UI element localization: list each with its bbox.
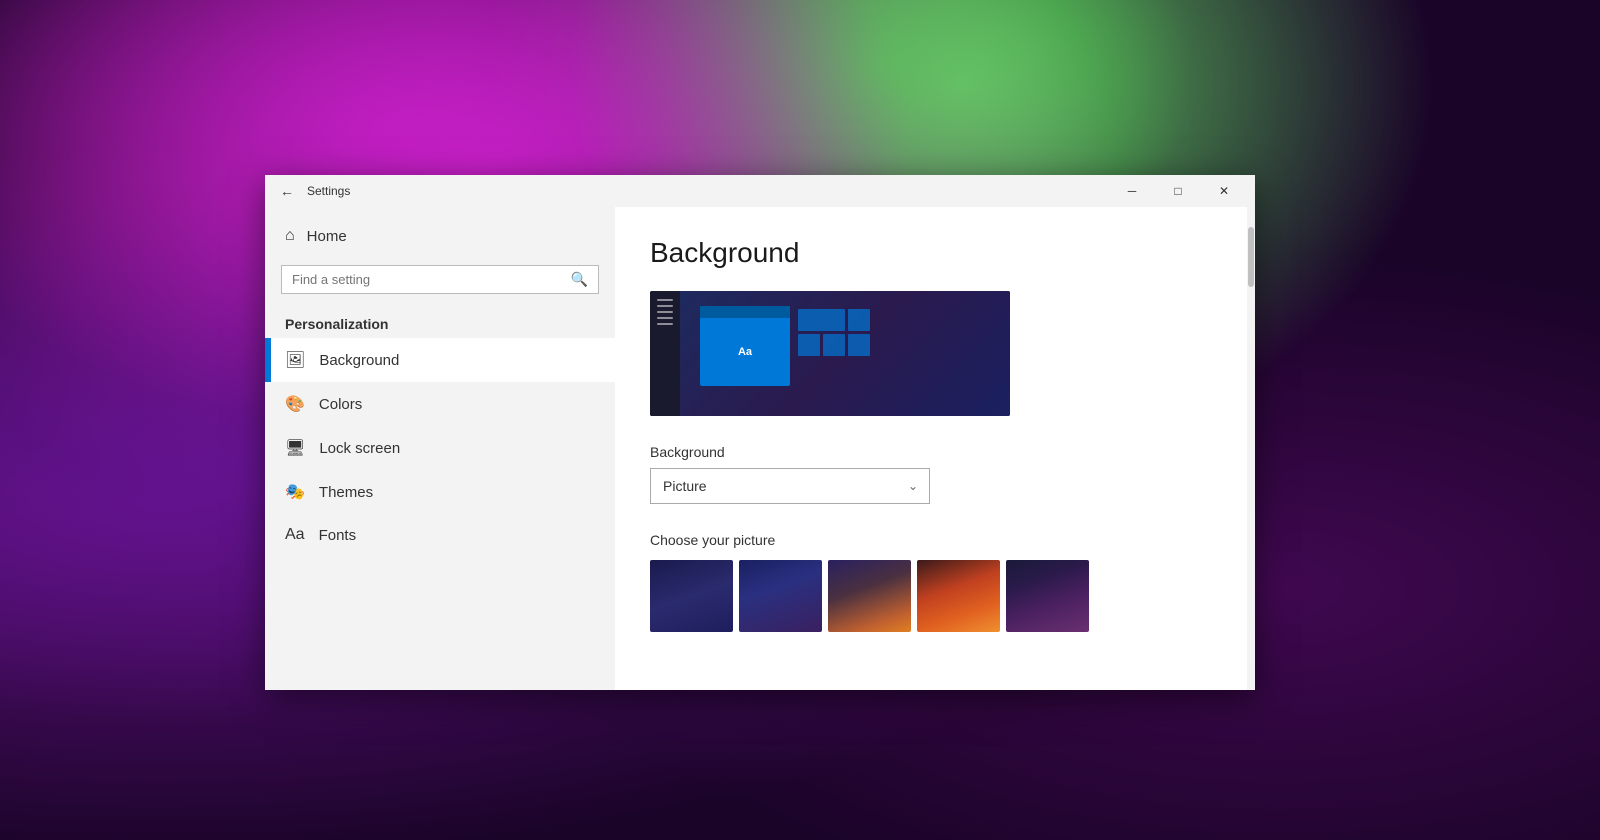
background-dropdown-label: Background [650,444,1220,460]
window-body: ⌂ Home 🔍 Personalization 🖼 Background 🎨 [265,207,1255,690]
personalization-label: Personalization [265,304,615,338]
sidebar-item-lock-screen[interactable]: 🖥 Lock screen [265,426,615,470]
main-content: Background Aa [615,207,1255,690]
picture-thumbnail-4[interactable] [917,560,1000,632]
picture-thumbnail-5[interactable] [1006,560,1089,632]
dropdown-wrapper: Picture Solid color Slideshow ⌄ [650,468,930,504]
picture-grid [650,560,1220,632]
preview-taskbar [650,291,680,416]
titlebar-title: Settings [307,184,1109,198]
bg-icon: 🖼 [285,350,305,370]
background-preview: Aa [650,291,1010,416]
preview-tiles [798,309,870,356]
themes-icon: 🎭 [285,482,305,502]
close-button[interactable]: ✕ [1201,175,1247,207]
scrollbar-thumb[interactable] [1248,227,1254,287]
preview-tile-2 [848,309,870,331]
sidebar-item-home[interactable]: ⌂ Home [265,217,615,255]
taskbar-line-2 [657,305,673,307]
colors-icon: 🎨 [285,394,305,414]
preview-window-mockup: Aa [700,306,790,386]
minimize-button[interactable]: ─ [1109,175,1155,207]
preview-window-text: Aa [700,318,790,386]
titlebar-controls: ─ □ ✕ [1109,175,1247,207]
sidebar-item-colors[interactable]: 🎨 Colors [265,382,615,426]
taskbar-line-3 [657,311,673,313]
taskbar-line-4 [657,317,673,319]
preview-tile-1 [798,309,845,331]
sidebar-item-background[interactable]: 🖼 Background [265,338,615,382]
preview-desktop: Aa [680,291,1010,416]
picture-thumbnail-3[interactable] [828,560,911,632]
preview-window-header [700,306,790,318]
picture-thumbnail-1[interactable] [650,560,733,632]
sidebar-item-themes[interactable]: 🎭 Themes [265,470,615,514]
maximize-button[interactable]: □ [1155,175,1201,207]
background-type-select[interactable]: Picture Solid color Slideshow [650,468,930,504]
page-title: Background [650,237,1220,269]
lock-icon: 🖥 [285,438,305,458]
search-input[interactable] [292,272,563,287]
picture-thumbnail-2[interactable] [739,560,822,632]
sidebar-item-fonts[interactable]: Aa Fonts [265,514,615,556]
choose-picture-label: Choose your picture [650,532,1220,548]
scrollbar[interactable] [1247,207,1255,690]
home-icon: ⌂ [285,227,295,245]
taskbar-line-5 [657,323,673,325]
search-icon: 🔍 [571,271,588,288]
settings-window: ← Settings ─ □ ✕ ⌂ Home [265,175,1255,690]
preview-tile-5 [848,334,870,356]
titlebar: ← Settings ─ □ ✕ [265,175,1255,207]
preview-tile-4 [823,334,845,356]
search-container: 🔍 [265,255,615,304]
search-box: 🔍 [281,265,599,294]
preview-tile-3 [798,334,820,356]
sidebar: ⌂ Home 🔍 Personalization 🖼 Background 🎨 [265,207,615,690]
taskbar-line-1 [657,299,673,301]
dropdown-container: Picture Solid color Slideshow ⌄ [650,468,930,504]
fonts-icon: Aa [285,526,305,544]
back-button[interactable]: ← [273,177,301,205]
